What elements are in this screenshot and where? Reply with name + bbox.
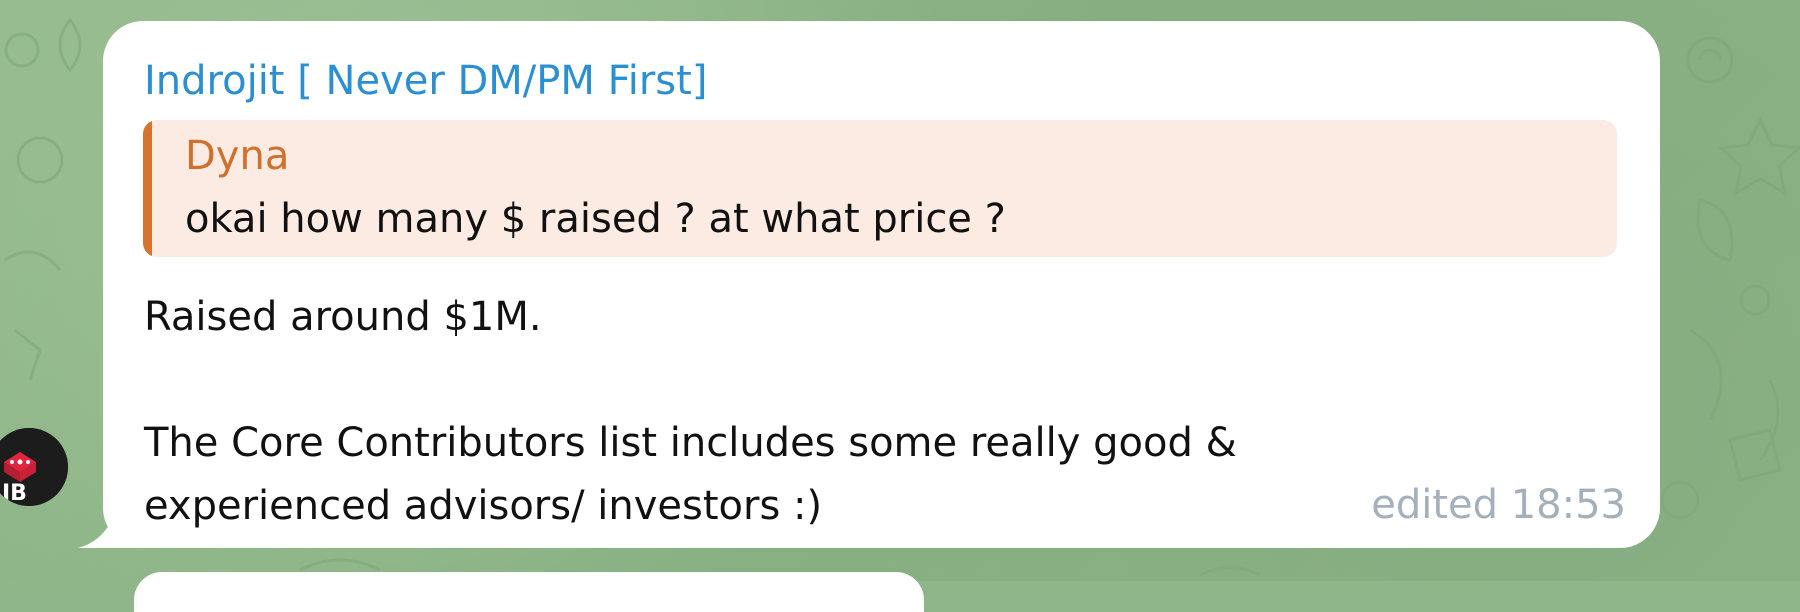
edited-label: edited xyxy=(1371,482,1498,528)
reply-author: Dyna xyxy=(185,133,290,179)
reply-accent-bar xyxy=(143,120,152,257)
sender-name[interactable]: Indrojit [ Never DM/PM First] xyxy=(144,53,707,109)
reply-text: okai how many $ raised ? at what price ? xyxy=(185,196,1006,242)
message-meta: edited 18:53 xyxy=(1371,477,1626,533)
message-bubble[interactable]: Indrojit [ Never DM/PM First] Dyna okai … xyxy=(103,21,1660,548)
message-text-line: The Core Contributors list includes some… xyxy=(144,420,1237,466)
next-message-bubble[interactable] xyxy=(134,572,924,612)
message-text-line: experienced advisors/ investors :) xyxy=(144,483,823,529)
reply-quote[interactable]: Dyna okai how many $ raised ? at what pr… xyxy=(143,120,1617,257)
message-time: 18:53 xyxy=(1510,482,1626,528)
message-text-line: Raised around $1M. xyxy=(144,294,542,340)
